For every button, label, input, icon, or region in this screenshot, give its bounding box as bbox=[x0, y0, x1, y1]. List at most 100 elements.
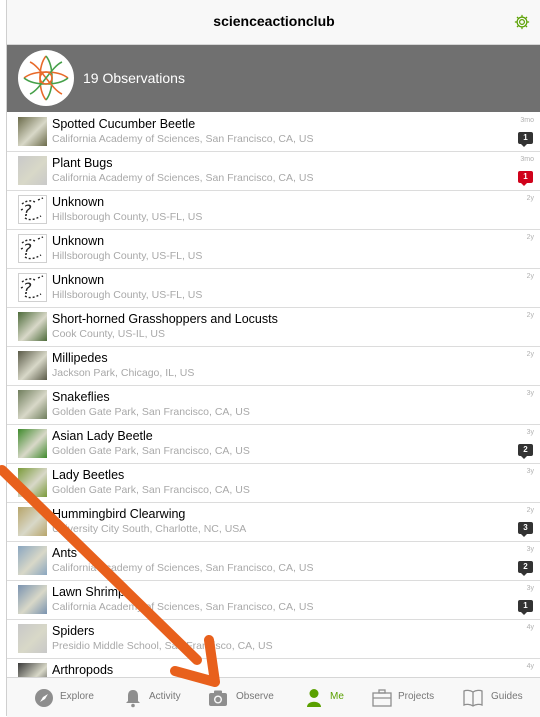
comment-count-badge: 2 bbox=[518, 444, 533, 459]
observation-name: Hummingbird Clearwing bbox=[52, 507, 186, 521]
observation-row[interactable]: Millipedes Jackson Park, Chicago, IL, US 2… bbox=[7, 347, 540, 386]
observation-name: Spotted Cucumber Beetle bbox=[52, 117, 196, 131]
club-logo-icon bbox=[23, 55, 69, 101]
observation-name: Millipedes bbox=[52, 351, 108, 365]
observation-row[interactable]: Plant Bugs California Academy of Sciences… bbox=[7, 152, 540, 191]
observation-photo bbox=[18, 312, 47, 341]
tab-label: Observe bbox=[236, 691, 274, 702]
observation-location: Jackson Park, Chicago, IL, US bbox=[52, 367, 195, 379]
observation-photo bbox=[18, 390, 47, 419]
observation-list: Spotted Cucumber Beetle California Academ… bbox=[7, 113, 540, 698]
observation-photo bbox=[18, 351, 47, 380]
observation-row[interactable]: Hummingbird Clearwing University City Sou… bbox=[7, 503, 540, 542]
camera-icon bbox=[207, 687, 229, 709]
observation-age: 2y bbox=[526, 234, 534, 241]
observation-row[interactable]: Lady Beetles Golden Gate Park, San Franci… bbox=[7, 464, 540, 503]
observation-location: Presidio Middle School, San Francisco, C… bbox=[52, 640, 273, 652]
svg-text:?: ? bbox=[23, 279, 32, 298]
observation-name: Unknown bbox=[52, 234, 105, 248]
observation-row[interactable]: Lawn Shrimp California Academy of Science… bbox=[7, 581, 540, 620]
observation-name: Asian Lady Beetle bbox=[52, 429, 153, 443]
svg-text:?: ? bbox=[23, 201, 32, 220]
unknown-species-icon: ? bbox=[18, 273, 47, 302]
tab-label: Guides bbox=[491, 691, 523, 702]
observation-row[interactable]: Spotted Cucumber Beetle California Academ… bbox=[7, 113, 540, 152]
observation-age: 3y bbox=[526, 585, 534, 592]
observation-name: Arthropods bbox=[52, 663, 114, 677]
observation-name: Short-horned Grasshoppers and Locusts bbox=[52, 312, 278, 326]
unknown-species-icon: ? bbox=[18, 234, 47, 263]
briefcase-icon bbox=[371, 687, 393, 709]
observation-row[interactable]: Ants California Academy of Sciences, San … bbox=[7, 542, 540, 581]
compass-icon bbox=[33, 687, 55, 709]
unknown-species-icon: ? bbox=[18, 195, 47, 224]
observation-name: Snakeflies bbox=[52, 390, 110, 404]
observation-location: Hillsborough County, US-FL, US bbox=[52, 211, 203, 223]
observation-age: 3y bbox=[526, 429, 534, 436]
observation-location: Hillsborough County, US-FL, US bbox=[52, 289, 203, 301]
observation-age: 3y bbox=[526, 390, 534, 397]
observation-age: 3y bbox=[526, 468, 534, 475]
observation-location: California Academy of Sciences, San Fran… bbox=[52, 562, 314, 574]
observation-photo bbox=[18, 468, 47, 497]
tab-label: Me bbox=[330, 691, 344, 702]
observation-name: Lawn Shrimp bbox=[52, 585, 125, 599]
observation-location: Golden Gate Park, San Francisco, CA, US bbox=[52, 406, 250, 418]
observation-age: 2y bbox=[526, 507, 534, 514]
observation-age: 3mo bbox=[520, 117, 534, 124]
observation-photo bbox=[18, 156, 47, 185]
person-icon bbox=[303, 687, 325, 709]
observation-row[interactable]: Asian Lady Beetle Golden Gate Park, San F… bbox=[7, 425, 540, 464]
observation-location: Hillsborough County, US-FL, US bbox=[52, 250, 203, 262]
comment-count-badge: 1 bbox=[518, 132, 533, 147]
comment-count-badge: 3 bbox=[518, 522, 533, 537]
observation-row[interactable]: ? Unknown Hillsborough County, US-FL, US 2y bbox=[7, 230, 540, 269]
observation-age: 2y bbox=[526, 195, 534, 202]
observation-photo bbox=[18, 546, 47, 575]
tab-label: Activity bbox=[149, 691, 181, 702]
tab-activity[interactable]: Activity bbox=[122, 678, 202, 717]
observation-photo bbox=[18, 429, 47, 458]
observation-name: Plant Bugs bbox=[52, 156, 113, 170]
observation-photo bbox=[18, 624, 47, 653]
observation-name: Ants bbox=[52, 546, 78, 560]
observation-age: 2y bbox=[526, 273, 534, 280]
tab-guides[interactable]: Guides bbox=[462, 678, 540, 717]
observation-name: Lady Beetles bbox=[52, 468, 125, 482]
observation-name: Unknown bbox=[52, 273, 105, 287]
svg-text:?: ? bbox=[23, 240, 32, 259]
observation-age: 2y bbox=[526, 351, 534, 358]
observation-location: Golden Gate Park, San Francisco, CA, US bbox=[52, 445, 250, 457]
observation-photo bbox=[18, 507, 47, 536]
observation-row[interactable]: Spiders Presidio Middle School, San Franc… bbox=[7, 620, 540, 659]
profile-banner: 19 Observations bbox=[7, 45, 540, 112]
tab-observe[interactable]: Observe bbox=[207, 678, 287, 717]
tab-bar: Explore Activity Observe Me Projects Guides bbox=[7, 677, 540, 717]
observation-photo bbox=[18, 117, 47, 146]
observation-name: Spiders bbox=[52, 624, 95, 638]
observation-row[interactable]: ? Unknown Hillsborough County, US-FL, US 2y bbox=[7, 191, 540, 230]
observation-photo bbox=[18, 585, 47, 614]
comment-count-badge: 1 bbox=[518, 600, 533, 615]
tab-explore[interactable]: Explore bbox=[33, 678, 113, 717]
tab-label: Explore bbox=[60, 691, 94, 702]
observation-row[interactable]: Short-horned Grasshoppers and Locusts Coo… bbox=[7, 308, 540, 347]
observation-row[interactable]: Snakeflies Golden Gate Park, San Francisc… bbox=[7, 386, 540, 425]
observation-row[interactable]: ? Unknown Hillsborough County, US-FL, US 2y bbox=[7, 269, 540, 308]
avatar[interactable] bbox=[18, 50, 74, 106]
observation-age: 2y bbox=[526, 312, 534, 319]
comment-count-badge: 2 bbox=[518, 561, 533, 576]
observation-location: Cook County, US-IL, US bbox=[52, 328, 166, 340]
page-title: scienceactionclub bbox=[213, 13, 335, 29]
tab-projects[interactable]: Projects bbox=[371, 678, 451, 717]
observation-location: University City South, Charlotte, NC, US… bbox=[52, 523, 247, 535]
app-frame: scienceactionclub 19 Observations Spotte… bbox=[6, 0, 540, 717]
gear-icon[interactable] bbox=[513, 13, 531, 31]
nav-bar: scienceactionclub bbox=[7, 0, 540, 45]
observation-location: California Academy of Sciences, San Fran… bbox=[52, 172, 314, 184]
observation-age: 3mo bbox=[520, 156, 534, 163]
tab-label: Projects bbox=[398, 691, 435, 702]
observation-count: 19 Observations bbox=[83, 70, 185, 86]
observation-location: California Academy of Sciences, San Fran… bbox=[52, 601, 314, 613]
observation-age: 4y bbox=[526, 624, 534, 631]
